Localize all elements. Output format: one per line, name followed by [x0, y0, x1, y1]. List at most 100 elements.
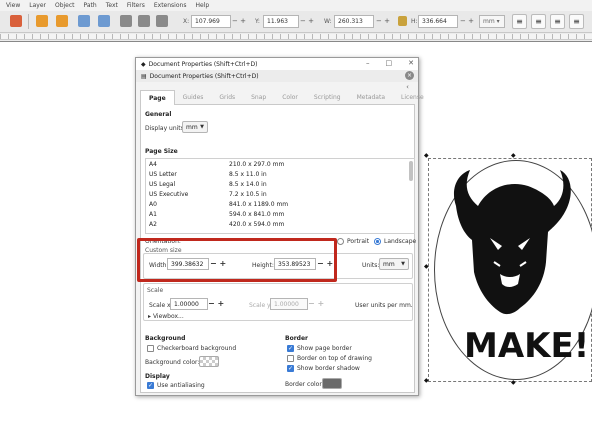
unit-dropdown[interactable]: mm ▾: [479, 15, 505, 28]
menu-extensions[interactable]: Extensions: [154, 2, 187, 9]
dialog-window-titlebar[interactable]: ◆ Document Properties (Shift+Ctrl+D) – □…: [136, 58, 418, 70]
transform-gradients-toggle[interactable]: ≡: [550, 14, 565, 29]
tab-metadata[interactable]: Metadata: [349, 90, 393, 105]
border-shadow-label: Show border shadow: [297, 365, 360, 372]
h-stepper[interactable]: − +: [460, 15, 476, 28]
minimize-icon[interactable]: –: [366, 59, 370, 67]
checkerboard-checkbox[interactable]: [147, 345, 154, 352]
custom-size-highlight-box: [137, 238, 337, 282]
lock-icon[interactable]: [398, 16, 407, 26]
rotate-cw-icon[interactable]: [56, 15, 68, 27]
h-field[interactable]: 336.664: [418, 15, 458, 28]
border-color-swatch[interactable]: [322, 378, 342, 389]
scale-y-label: Scale y:: [249, 302, 273, 309]
page-size-section-title: Page Size: [145, 148, 178, 155]
scale-title: Scale: [147, 287, 164, 294]
list-item[interactable]: A2 420.0 x 594.0 mm: [149, 221, 284, 231]
list-scrollbar[interactable]: [409, 161, 413, 181]
flip-horizontal-icon[interactable]: [78, 15, 90, 27]
background-color-swatch[interactable]: [199, 356, 219, 367]
transform-patterns-toggle[interactable]: ≡: [569, 14, 584, 29]
make-text[interactable]: MAKE!: [464, 326, 589, 366]
scale-handle-bottom[interactable]: ◆: [511, 380, 517, 386]
page-border-line: [0, 41, 592, 42]
raise-icon[interactable]: [138, 15, 150, 27]
scale-y-field[interactable]: 1.00000: [270, 298, 308, 310]
rotate-ccw-icon[interactable]: [36, 15, 48, 27]
close-icon[interactable]: ✕: [408, 59, 414, 67]
dialog-tabs: Page Guides Grids Snap Color Scripting M…: [140, 90, 424, 105]
document-properties-dialog: ◆ Document Properties (Shift+Ctrl+D) – □…: [135, 57, 424, 396]
scale-handle-bottom-left[interactable]: ◆: [424, 378, 430, 384]
user-units-text: User units per mm.: [355, 302, 413, 309]
menu-text[interactable]: Text: [106, 2, 118, 9]
scale-handle-top[interactable]: ◆: [511, 153, 517, 159]
portrait-radio[interactable]: [337, 238, 344, 245]
display-units-dropdown[interactable]: mm ▼: [182, 121, 208, 133]
tab-page[interactable]: Page: [140, 90, 175, 105]
menu-path[interactable]: Path: [84, 2, 97, 9]
scale-x-field[interactable]: 1.00000: [170, 298, 208, 310]
x-field[interactable]: 107.969: [191, 15, 231, 28]
y-field[interactable]: 11.963: [263, 15, 299, 28]
tab-color[interactable]: Color: [274, 90, 306, 105]
antialias-label: Use antialiasing: [157, 382, 205, 389]
scale-handle-top-left[interactable]: ◆: [424, 153, 430, 159]
scale-x-stepper[interactable]: − +: [208, 298, 224, 310]
page-size-list[interactable]: A4 210.0 x 297.0 mm US Letter 8.5 x 11.0 i…: [145, 158, 415, 234]
checkerboard-label: Checkerboard background: [157, 345, 237, 352]
menu-help[interactable]: Help: [195, 2, 209, 9]
border-on-top-label: Border on top of drawing: [297, 355, 372, 362]
landscape-label: Landscape: [384, 238, 417, 245]
bison-head-icon: [453, 170, 571, 315]
list-item[interactable]: A1 594.0 x 841.0 mm: [149, 211, 284, 221]
list-item[interactable]: US Letter 8.5 x 11.0 in: [149, 171, 267, 181]
tab-scripting[interactable]: Scripting: [306, 90, 349, 105]
list-item[interactable]: US Executive 7.2 x 10.5 in: [149, 191, 267, 201]
x-stepper[interactable]: − +: [232, 15, 248, 28]
chevron-down-icon: ▼: [200, 124, 204, 130]
menu-bar: View Layer Object Path Text Filters Exte…: [0, 0, 592, 11]
toolbar-separator: [28, 14, 29, 29]
antialias-checkbox[interactable]: ✓: [147, 382, 154, 389]
scale-y-stepper[interactable]: − +: [308, 298, 324, 310]
menu-object[interactable]: Object: [55, 2, 75, 9]
chevron-down-icon: ▼: [401, 261, 405, 267]
general-section-title: General: [145, 111, 172, 118]
border-on-top-checkbox[interactable]: [287, 355, 294, 362]
select-all-icon[interactable]: [10, 15, 22, 27]
maximize-icon[interactable]: □: [386, 59, 393, 67]
display-units-label: Display units:: [145, 125, 186, 132]
tab-snap[interactable]: Snap: [243, 90, 274, 105]
menu-view[interactable]: View: [6, 2, 20, 9]
border-shadow-checkbox[interactable]: ✓: [287, 365, 294, 372]
menu-layer[interactable]: Layer: [29, 2, 46, 9]
flip-vertical-icon[interactable]: [98, 15, 110, 27]
units-dropdown[interactable]: mm ▼: [379, 258, 409, 270]
document-properties-icon: ▤: [141, 72, 147, 80]
scale-corners-toggle[interactable]: ≡: [531, 14, 546, 29]
lower-icon[interactable]: [156, 15, 168, 27]
show-border-checkbox[interactable]: ✓: [287, 345, 294, 352]
menu-filters[interactable]: Filters: [127, 2, 145, 9]
background-section-title: Background: [145, 335, 186, 342]
tab-grids[interactable]: Grids: [211, 90, 243, 105]
w-stepper[interactable]: − +: [376, 15, 392, 28]
landscape-radio[interactable]: [374, 238, 381, 245]
list-item[interactable]: US Legal 8.5 x 14.0 in: [149, 181, 267, 191]
y-stepper[interactable]: − +: [300, 15, 316, 28]
h-label: H:: [411, 18, 418, 25]
border-section-title: Border: [285, 335, 308, 342]
viewbox-expander[interactable]: ▸ Viewbox...: [148, 313, 184, 320]
w-field[interactable]: 260.313: [334, 15, 374, 28]
raise-to-top-icon[interactable]: [120, 15, 132, 27]
panel-close-icon[interactable]: ×: [405, 71, 414, 80]
scale-handle-left[interactable]: ◆: [424, 264, 430, 270]
tab-license[interactable]: License: [393, 90, 432, 105]
list-item[interactable]: A4 210.0 x 297.0 mm: [149, 161, 284, 171]
scale-stroke-toggle[interactable]: ≡: [512, 14, 527, 29]
w-label: W:: [324, 18, 332, 25]
portrait-label: Portrait: [347, 238, 370, 245]
list-item[interactable]: A0 841.0 x 1189.0 mm: [149, 201, 288, 211]
tab-guides[interactable]: Guides: [175, 90, 212, 105]
